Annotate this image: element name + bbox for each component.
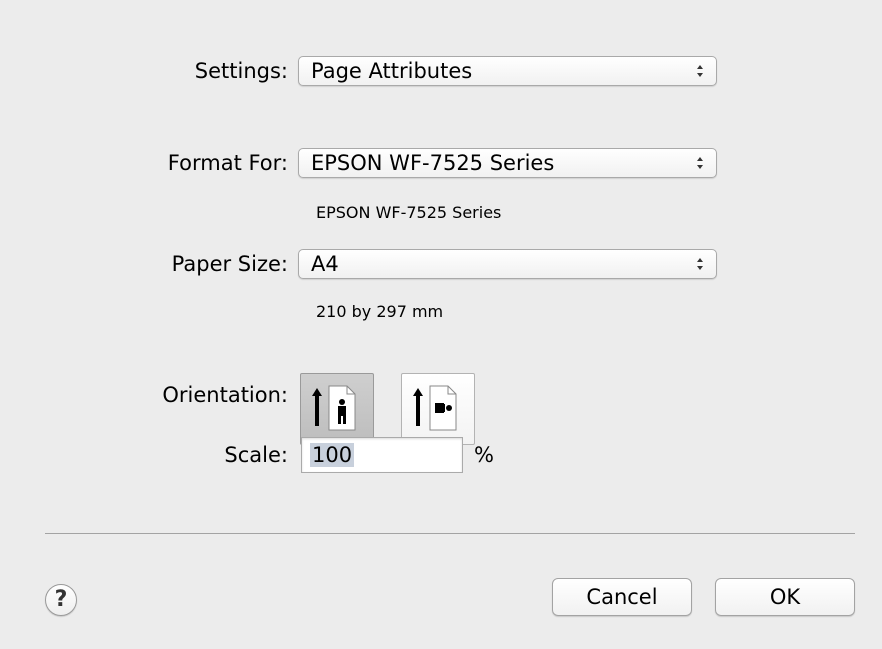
popup-arrows-icon [697,258,703,270]
separator [45,533,855,534]
scale-unit: % [474,443,494,467]
scale-value: 100 [310,443,355,467]
paper-dimensions: 210 by 297 mm [316,302,444,321]
help-button[interactable]: ? [45,584,77,616]
format-for-label: Format For: [167,151,288,175]
printer-description: EPSON WF-7525 Series [316,203,502,222]
landscape-orientation-icon [413,385,457,431]
paper-size-value: A4 [311,252,339,276]
paper-size-label: Paper Size: [171,252,288,276]
scale-label: Scale: [224,443,288,467]
paper-size-popup[interactable]: A4 [298,249,717,279]
portrait-orientation-button[interactable] [300,373,374,445]
format-for-popup[interactable]: EPSON WF-7525 Series [298,148,717,178]
portrait-orientation-icon [312,385,356,431]
popup-arrows-icon [697,157,703,169]
orientation-label: Orientation: [162,383,288,407]
format-for-value: EPSON WF-7525 Series [311,151,555,175]
ok-button[interactable]: OK [715,578,855,616]
scale-input[interactable]: 100 [301,437,463,473]
popup-arrows-icon [697,65,703,77]
cancel-button[interactable]: Cancel [552,578,692,616]
settings-value: Page Attributes [311,59,473,83]
landscape-orientation-button[interactable] [401,373,475,445]
settings-label: Settings: [194,59,288,83]
page-setup-dialog: Settings: Page Attributes Format For: EP… [0,0,882,649]
settings-popup[interactable]: Page Attributes [298,56,717,86]
